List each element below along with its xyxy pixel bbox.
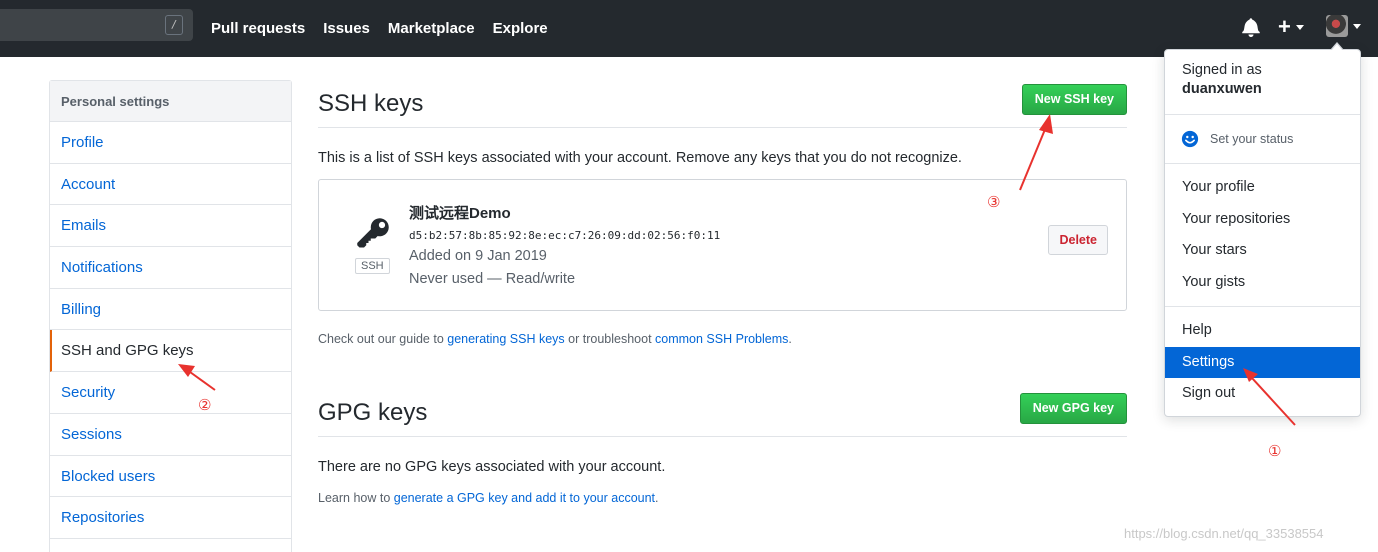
caret-down-icon: [1353, 23, 1361, 29]
gpg-learn-text-end: .: [655, 491, 659, 505]
ssh-guide-note: Check out our guide to generating SSH ke…: [318, 332, 1127, 346]
username[interactable]: duanxuwen: [1182, 81, 1343, 97]
marker-1: ①: [1268, 442, 1281, 460]
ssh-type-label: SSH: [355, 258, 390, 274]
gpg-keys-title: GPG keys: [318, 399, 428, 426]
gpg-keys-header: GPG keys New GPG key: [318, 389, 1127, 437]
sidebar-item-account[interactable]: Account: [50, 164, 291, 206]
nav-explore[interactable]: Explore: [493, 20, 548, 37]
sidebar-item-blocked-users[interactable]: Blocked users: [50, 456, 291, 498]
sidebar-item-repositories[interactable]: Repositories: [50, 497, 291, 539]
user-menu-toggle[interactable]: [1326, 15, 1361, 37]
plus-icon: +: [1278, 14, 1291, 39]
avatar: [1326, 15, 1348, 37]
menu-your-repositories[interactable]: Your repositories: [1165, 204, 1360, 236]
menu-settings[interactable]: Settings: [1165, 346, 1360, 378]
ssh-key-added-date: Added on 9 Jan 2019: [409, 248, 547, 264]
ssh-guide-text-end: .: [788, 332, 792, 346]
settings-sidebar: Personal settings Profile Account Emails…: [49, 80, 292, 552]
set-status-button[interactable]: Set your status: [1165, 115, 1360, 163]
search-shortcut-hint: /: [165, 15, 183, 35]
new-ssh-key-button[interactable]: New SSH key: [1021, 84, 1127, 115]
sidebar-item-billing[interactable]: Billing: [50, 289, 291, 331]
set-status-label: Set your status: [1210, 132, 1294, 146]
signed-in-label: Signed in as: [1182, 62, 1262, 78]
account-menu-group: Help Settings Sign out: [1165, 307, 1360, 418]
global-nav: Pull requests Issues Marketplace Explore: [211, 0, 566, 57]
menu-sign-out[interactable]: Sign out: [1165, 378, 1360, 410]
nav-pull-requests[interactable]: Pull requests: [211, 20, 305, 37]
ssh-keys-intro: This is a list of SSH keys associated wi…: [318, 150, 962, 166]
menu-your-stars[interactable]: Your stars: [1165, 235, 1360, 267]
sidebar-heading: Personal settings: [50, 81, 291, 122]
sidebar-item-security[interactable]: Security: [50, 372, 291, 414]
user-dropdown-menu: Signed in as duanxuwen Set your status Y…: [1164, 42, 1361, 418]
ssh-guide-text-middle: or troubleshoot: [564, 332, 656, 346]
signed-in-info: Signed in as duanxuwen: [1165, 50, 1360, 114]
ssh-key-usage: Never used — Read/write: [409, 271, 576, 287]
ssh-keys-title: SSH keys: [318, 90, 424, 117]
sidebar-item-profile[interactable]: Profile: [50, 122, 291, 164]
bell-icon[interactable]: [1242, 17, 1260, 37]
nav-marketplace[interactable]: Marketplace: [388, 20, 475, 37]
search-input[interactable]: /: [0, 9, 193, 41]
new-gpg-key-button[interactable]: New GPG key: [1019, 393, 1127, 424]
delete-ssh-key-button[interactable]: Delete: [1048, 225, 1108, 255]
ssh-key-title: 测试远程Demo: [409, 205, 511, 222]
key-icon: [357, 218, 389, 248]
sidebar-item-sessions[interactable]: Sessions: [50, 414, 291, 456]
generate-gpg-key-link[interactable]: generate a GPG key and add it to your ac…: [394, 491, 655, 505]
ssh-key-item: SSH 测试远程Demo d5:b2:57:8b:85:92:8e:ec:c7:…: [318, 179, 1127, 311]
common-ssh-problems-link[interactable]: common SSH Problems: [655, 332, 788, 346]
sidebar-item-ssh-gpg-keys[interactable]: SSH and GPG keys: [50, 330, 291, 373]
watermark: https://blog.csdn.net/qq_33538554: [1124, 526, 1324, 541]
ssh-keys-header: SSH keys New SSH key: [318, 80, 1127, 128]
ssh-guide-text: Check out our guide to: [318, 332, 448, 346]
profile-menu-group: Your profile Your repositories Your star…: [1165, 164, 1360, 306]
gpg-learn-text: Learn how to: [318, 491, 394, 505]
caret-down-icon: [1295, 24, 1304, 30]
sidebar-item-emails[interactable]: Emails: [50, 205, 291, 248]
nav-issues[interactable]: Issues: [323, 20, 370, 37]
menu-help[interactable]: Help: [1165, 315, 1360, 347]
menu-your-profile[interactable]: Your profile: [1165, 172, 1360, 204]
menu-your-gists[interactable]: Your gists: [1165, 267, 1360, 299]
create-new-menu[interactable]: +: [1278, 14, 1304, 40]
gpg-learn-note: Learn how to generate a GPG key and add …: [318, 491, 1127, 505]
generating-ssh-keys-link[interactable]: generating SSH keys: [447, 332, 564, 346]
gpg-empty-message: There are no GPG keys associated with yo…: [318, 459, 666, 475]
smiley-icon: [1181, 130, 1199, 148]
ssh-key-fingerprint: d5:b2:57:8b:85:92:8e:ec:c7:26:09:dd:02:5…: [409, 229, 721, 242]
settings-main: SSH keys New SSH key This is a list of S…: [318, 80, 1127, 505]
sidebar-item-notifications[interactable]: Notifications: [50, 247, 291, 289]
